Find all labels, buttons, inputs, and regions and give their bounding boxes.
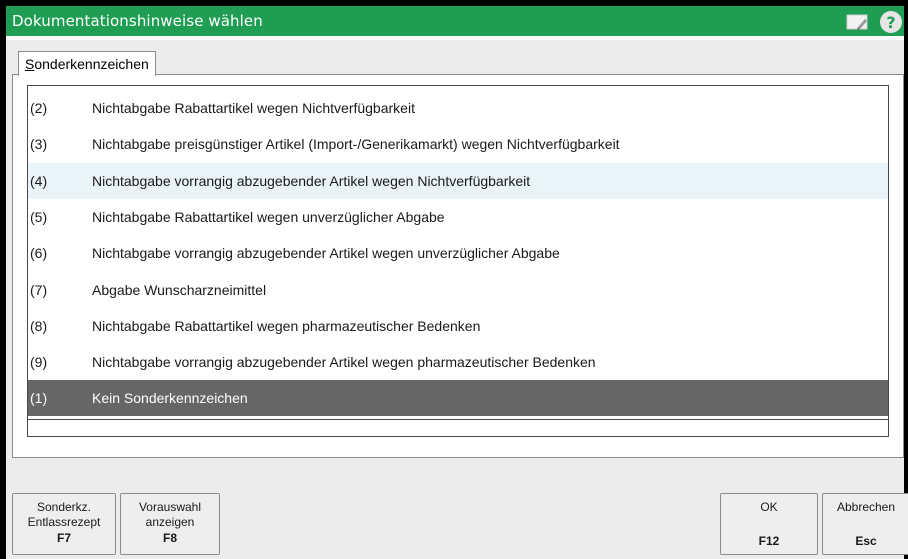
list-item[interactable]: (4) Nichtabgabe vorrangig abzugebender Ar… [28, 162, 888, 199]
button-label-line2: anzeigen [145, 515, 195, 529]
list-item[interactable]: (7) Abgabe Wunscharzneimittel [28, 272, 888, 308]
item-label: Nichtabgabe preisgünstiger Artikel (Impo… [92, 136, 620, 153]
vorauswahl-anzeigen-button[interactable]: Vorauswahl anzeigen F8 [120, 493, 220, 555]
button-key: Esc [855, 534, 877, 548]
list-item[interactable]: (9) Nichtabgabe vorrangig abzugebender Ar… [28, 344, 888, 380]
item-code: (6) [30, 245, 48, 262]
item-label: Nichtabgabe vorrangig abzugebender Artik… [92, 172, 531, 189]
entlassrezept-button[interactable]: Sonderkz. Entlassrezept F7 [12, 493, 116, 555]
item-code: (3) [30, 136, 48, 153]
list-footer [27, 420, 889, 437]
item-code: (4) [30, 172, 48, 189]
item-code: (1) [30, 390, 48, 407]
item-code: (8) [30, 317, 48, 334]
item-label: Nichtabgabe vorrangig abzugebender Artik… [92, 245, 560, 262]
item-label: Nichtabgabe Rabattartikel wegen unverzüg… [92, 208, 445, 225]
cancel-button[interactable]: Abbrechen Esc [822, 493, 908, 555]
button-label-line1: Abbrechen [836, 500, 896, 514]
item-label: Nichtabgabe vorrangig abzugebender Artik… [92, 354, 596, 371]
item-code: (2) [30, 100, 48, 116]
dialog-window: Dokumentationshinweise wählen ? Sonderke… [0, 0, 908, 559]
button-label-line1: OK [760, 500, 778, 514]
tab-accelerator: S [25, 56, 35, 72]
item-label: Kein Sonderkennzeichen [92, 390, 248, 407]
item-label: Nichtabgabe Rabattartikel wegen Nichtver… [92, 100, 415, 116]
list-item[interactable]: (5) Nichtabgabe Rabattartikel wegen unver… [28, 199, 888, 235]
button-key: F8 [162, 531, 177, 545]
list-item[interactable]: (2) Nichtabgabe Rabattartikel wegen Nicht… [28, 90, 888, 126]
title-bar: Dokumentationshinweise wählen ? [6, 0, 904, 40]
list-item[interactable]: (6) Nichtabgabe vorrangig abzugebender Ar… [28, 235, 888, 271]
button-label-line2: Entlassrezept [27, 515, 101, 529]
item-code: (5) [30, 208, 48, 225]
note-edit-icon[interactable] [846, 13, 870, 31]
item-code: (9) [30, 354, 48, 371]
tab-panel: (2) Nichtabgabe Rabattartikel wegen Nicht… [12, 74, 904, 458]
tab-sonderkennzeichen[interactable]: Sonderkennzeichen [18, 51, 156, 76]
button-label-line1: Sonderkz. [36, 500, 92, 514]
function-key-bar: Sonderkz. Entlassrezept F7 Vorauswahl an… [12, 493, 908, 559]
tab-label: onderkennzeichen [34, 56, 149, 72]
window-title: Dokumentationshinweise wählen [12, 12, 263, 30]
item-label: Nichtabgabe Rabattartikel wegen pharmaze… [92, 317, 481, 334]
button-label-line1: Vorauswahl [138, 500, 202, 514]
ok-button[interactable]: OK F12 [720, 493, 818, 555]
sonderkennzeichen-list[interactable]: (2) Nichtabgabe Rabattartikel wegen Nicht… [27, 85, 889, 420]
list-item[interactable]: (3) Nichtabgabe preisgünstiger Artikel (I… [28, 126, 888, 162]
button-key: F12 [758, 534, 780, 548]
item-code: (7) [30, 281, 48, 298]
item-label: Abgabe Wunscharzneimittel [92, 281, 267, 298]
list-item[interactable]: (8) Nichtabgabe Rabattartikel wegen pharm… [28, 308, 888, 344]
button-key: F7 [56, 531, 71, 545]
help-icon[interactable]: ? [880, 11, 902, 33]
list-item[interactable]: (1) Kein Sonderkennzeichen [28, 380, 888, 417]
